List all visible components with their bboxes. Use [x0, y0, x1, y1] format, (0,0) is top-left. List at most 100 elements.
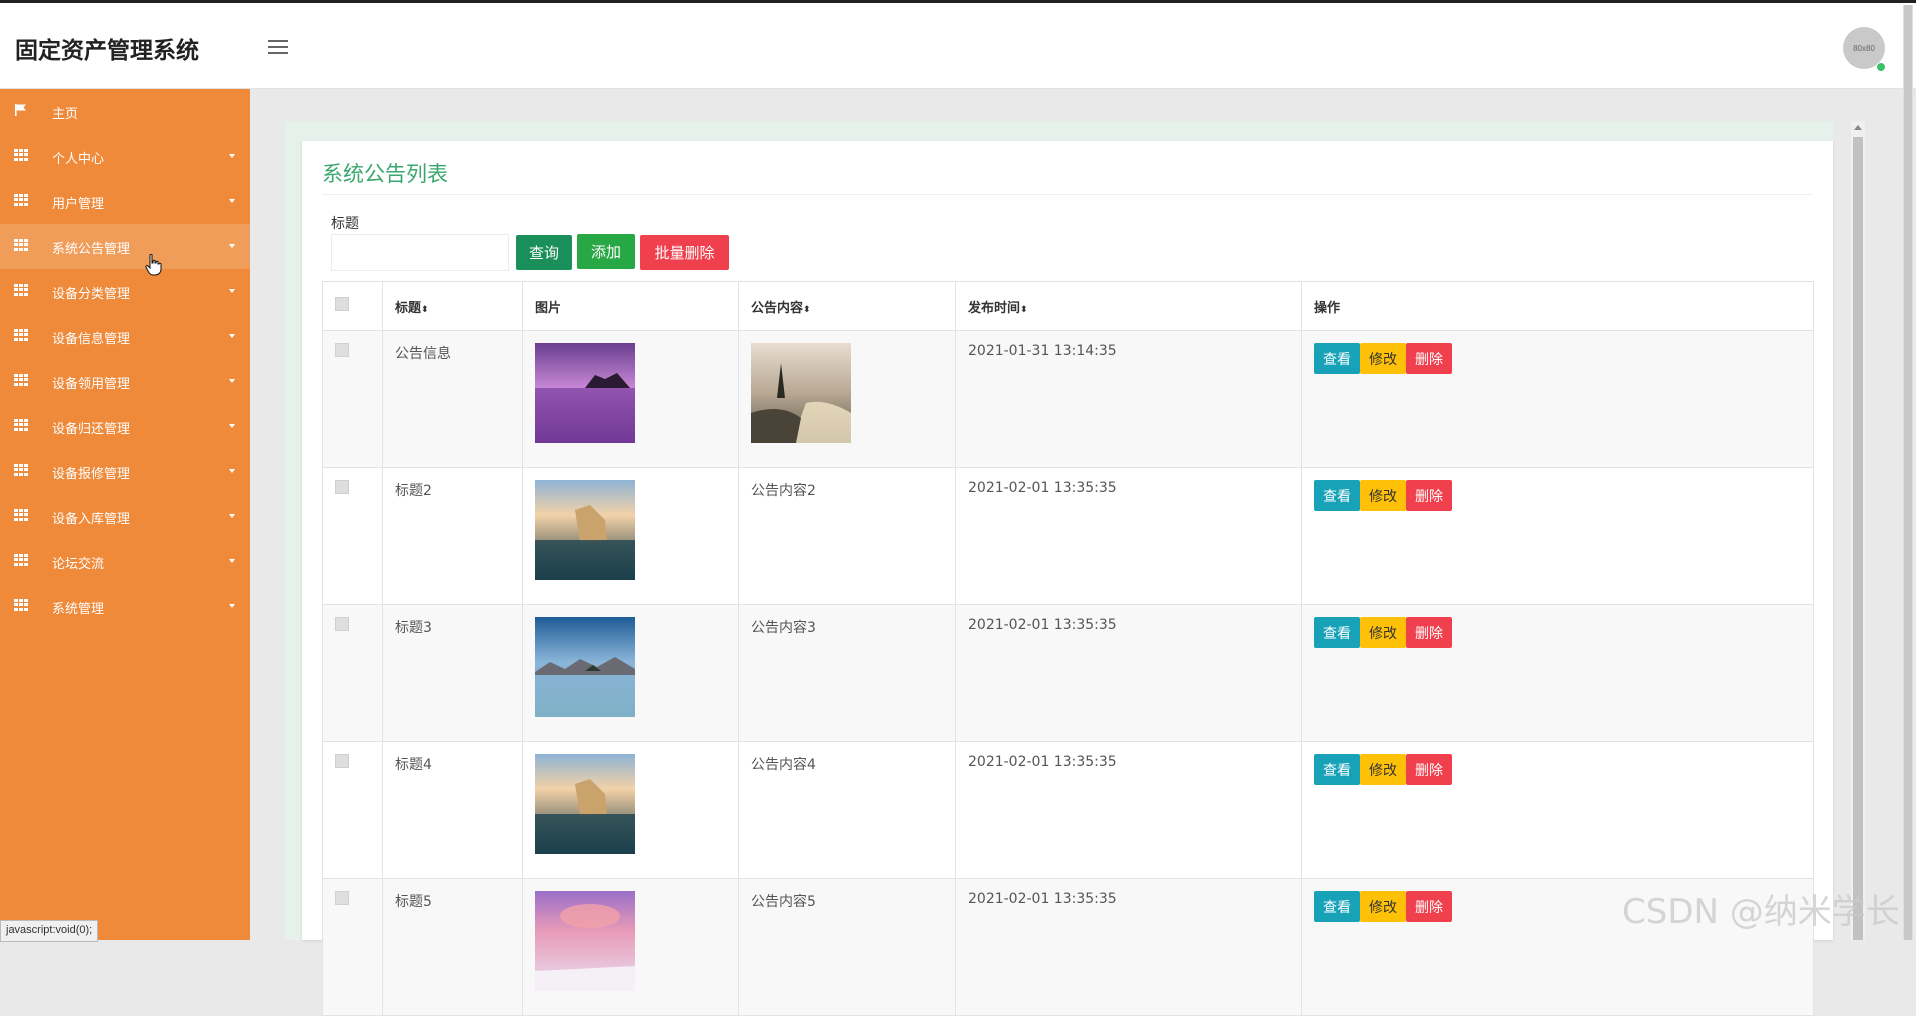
- batch-delete-button[interactable]: 批量删除: [640, 235, 729, 270]
- grid-icon: [14, 419, 28, 431]
- row-checkbox[interactable]: [335, 891, 349, 905]
- sidebar-item-label: 设备归还管理: [52, 422, 131, 437]
- announcement-image: [535, 891, 635, 991]
- page-title: 系统公告列表: [322, 162, 448, 186]
- caret-down-icon: [229, 334, 235, 338]
- column-header-actions: 操作: [1301, 281, 1814, 331]
- table-row: 标题3 公告内容3 2021-02-01 13:35:35 查看 修改 删除: [322, 604, 1814, 742]
- image-cell: [522, 330, 739, 468]
- title-search-input[interactable]: [331, 234, 509, 271]
- view-button[interactable]: 查看: [1314, 343, 1360, 374]
- scroll-up-arrow-icon[interactable]: [1854, 125, 1862, 130]
- sidebar-item-device-storage[interactable]: 设备入库管理: [0, 494, 250, 539]
- edit-button[interactable]: 修改: [1360, 891, 1406, 922]
- time-cell: 2021-02-01 13:35:35: [955, 604, 1302, 742]
- caret-down-icon: [229, 154, 235, 158]
- table-row: 标题4 公告内容4 2021-02-01 13:35:35 查看 修改 删除: [322, 741, 1814, 879]
- delete-button[interactable]: 删除: [1406, 343, 1452, 374]
- title-cell: 标题3: [382, 604, 523, 742]
- sidebar-item-device-repair[interactable]: 设备报修管理: [0, 449, 250, 494]
- content-cell: [738, 330, 956, 468]
- column-header-content[interactable]: 公告内容⬍: [738, 281, 956, 331]
- sidebar-item-label: 设备分类管理: [52, 287, 131, 302]
- row-checkbox[interactable]: [335, 617, 349, 631]
- sidebar-item-device-return[interactable]: 设备归还管理: [0, 404, 250, 449]
- sidebar-item-label: 个人中心: [52, 152, 105, 167]
- row-select-cell: [322, 604, 383, 742]
- grid-icon: [14, 374, 28, 386]
- time-cell: 2021-02-01 13:35:35: [955, 741, 1302, 879]
- sidebar: 主页 个人中心 用户管理 系统公告管理 设备分类管理 设备信息管理 设备领用管理…: [0, 89, 250, 940]
- delete-button[interactable]: 删除: [1406, 480, 1452, 511]
- edit-button[interactable]: 修改: [1360, 754, 1406, 785]
- announcement-panel: 系统公告列表 标题 查询 添加 批量删除 标题⬍ 图片 公告内容⬍ 发布时间⬍ …: [302, 141, 1833, 1016]
- online-status-dot: [1876, 62, 1886, 72]
- edit-button[interactable]: 修改: [1360, 480, 1406, 511]
- select-all-checkbox[interactable]: [335, 297, 349, 311]
- grid-icon: [14, 149, 28, 161]
- view-button[interactable]: 查看: [1314, 891, 1360, 922]
- page-scrollbar[interactable]: [1903, 5, 1913, 940]
- sidebar-item-label: 设备信息管理: [52, 332, 131, 347]
- menu-toggle-icon[interactable]: [268, 40, 288, 56]
- grid-icon: [14, 239, 28, 251]
- grid-icon: [14, 509, 28, 521]
- delete-button[interactable]: 删除: [1406, 754, 1452, 785]
- row-checkbox[interactable]: [335, 754, 349, 768]
- content-cell: 公告内容2: [738, 467, 956, 605]
- edit-button[interactable]: 修改: [1360, 617, 1406, 648]
- sidebar-item-announcement-management[interactable]: 系统公告管理: [0, 224, 250, 269]
- sidebar-item-device-info[interactable]: 设备信息管理: [0, 314, 250, 359]
- sidebar-item-forum[interactable]: 论坛交流: [0, 539, 250, 584]
- grid-icon: [14, 554, 28, 566]
- sort-icon: ⬍: [421, 304, 429, 315]
- view-button[interactable]: 查看: [1314, 754, 1360, 785]
- scrollbar-thumb[interactable]: [1853, 137, 1863, 940]
- search-label: 标题: [331, 216, 359, 232]
- sidebar-item-user-management[interactable]: 用户管理: [0, 179, 250, 224]
- image-cell: [522, 878, 739, 1016]
- caret-down-icon: [229, 244, 235, 248]
- image-cell: [522, 604, 739, 742]
- delete-button[interactable]: 删除: [1406, 891, 1452, 922]
- app-title: 固定资产管理系统: [15, 38, 199, 64]
- delete-button[interactable]: 删除: [1406, 617, 1452, 648]
- grid-icon: [14, 329, 28, 341]
- column-header-title[interactable]: 标题⬍: [382, 281, 523, 331]
- caret-down-icon: [229, 289, 235, 293]
- sidebar-item-label: 用户管理: [52, 197, 105, 212]
- image-cell: [522, 467, 739, 605]
- time-cell: 2021-01-31 13:14:35: [955, 330, 1302, 468]
- content-cell: 公告内容5: [738, 878, 956, 1016]
- table-row: 公告信息 2021-01-31 13:14:35 查看 修改 删除: [322, 330, 1814, 468]
- divider: [322, 194, 1813, 195]
- sidebar-item-device-checkout[interactable]: 设备领用管理: [0, 359, 250, 404]
- sidebar-item-label: 设备报修管理: [52, 467, 131, 482]
- edit-button[interactable]: 修改: [1360, 343, 1406, 374]
- row-checkbox[interactable]: [335, 343, 349, 357]
- time-cell: 2021-02-01 13:35:35: [955, 467, 1302, 605]
- announcement-image: [535, 343, 635, 443]
- sort-icon: ⬍: [1020, 304, 1028, 315]
- add-button[interactable]: 添加: [577, 234, 635, 269]
- view-button[interactable]: 查看: [1314, 617, 1360, 648]
- row-select-cell: [322, 878, 383, 1016]
- sidebar-item-label: 论坛交流: [52, 557, 105, 572]
- sidebar-item-device-category[interactable]: 设备分类管理: [0, 269, 250, 314]
- content-scrollbar[interactable]: [1851, 121, 1865, 940]
- grid-icon: [14, 464, 28, 476]
- title-cell: 标题4: [382, 741, 523, 879]
- caret-down-icon: [229, 469, 235, 473]
- sidebar-item-home[interactable]: 主页: [0, 89, 250, 134]
- row-checkbox[interactable]: [335, 480, 349, 494]
- watermark: CSDN @纳米学长: [1622, 892, 1900, 932]
- announcement-table: 标题⬍ 图片 公告内容⬍ 发布时间⬍ 操作 公告信息 2021-01-31 13…: [322, 281, 1814, 1016]
- column-header-time[interactable]: 发布时间⬍: [955, 281, 1302, 331]
- view-button[interactable]: 查看: [1314, 480, 1360, 511]
- query-button[interactable]: 查询: [516, 235, 572, 270]
- status-bar-url: javascript:void(0);: [0, 920, 99, 942]
- page-scrollbar-thumb[interactable]: [1904, 5, 1912, 940]
- sidebar-item-system-management[interactable]: 系统管理: [0, 584, 250, 629]
- sort-icon: ⬍: [803, 304, 811, 315]
- sidebar-item-personal-center[interactable]: 个人中心: [0, 134, 250, 179]
